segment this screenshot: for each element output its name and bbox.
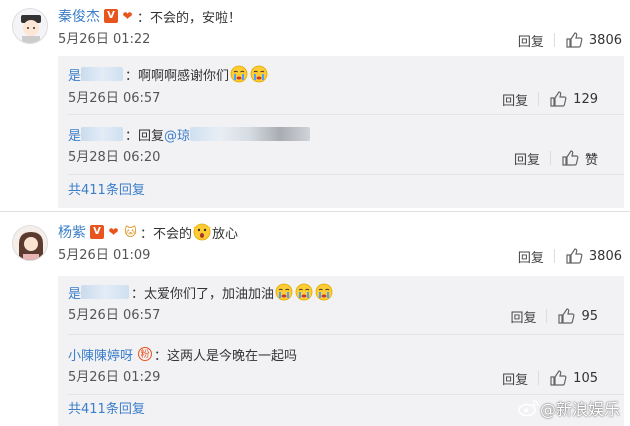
avatar[interactable]: [12, 225, 48, 261]
reply-text: 回复: [138, 128, 165, 144]
colon: ：: [125, 128, 139, 144]
verified-badge-icon: V: [90, 225, 104, 239]
colon: ：: [154, 348, 168, 364]
action-divider: [553, 33, 555, 47]
thumb-up-icon[interactable]: [549, 369, 567, 387]
action-divider: [549, 151, 551, 165]
reply-username[interactable]: 是: [68, 125, 81, 144]
thumb-up-icon[interactable]: [565, 31, 583, 49]
crying-emoji-icon: [275, 283, 293, 301]
blurred-username: [81, 127, 124, 141]
reply-time: 5月26日 06:57: [68, 308, 161, 323]
blurred-text: [190, 127, 311, 141]
thumb-up-icon[interactable]: [565, 247, 583, 265]
comment-line: 杨紫 V ❤ 🐱 ： 不会的 放心: [58, 222, 238, 242]
thread-divider: [0, 211, 630, 212]
watermark-text: @新浪娱乐: [539, 400, 620, 419]
comment-text: 不会的: [153, 226, 193, 242]
more-replies-link[interactable]: 共411条回复: [68, 400, 145, 420]
action-divider: [538, 371, 540, 385]
colon: ：: [125, 68, 139, 84]
reply-actions: 回复 105: [502, 367, 598, 389]
reply-button[interactable]: 回复: [510, 307, 536, 326]
reply-username[interactable]: 是: [68, 283, 81, 302]
action-divider: [546, 309, 548, 323]
avatar[interactable]: [12, 8, 48, 44]
fan-badge-icon: ❤: [122, 8, 133, 23]
action-divider: [553, 249, 555, 263]
reply-actions: 回复 129: [502, 88, 598, 110]
reply-divider: [68, 174, 624, 175]
like-count: 129: [573, 91, 598, 107]
reply-line: 是 ： 回复 @琼: [68, 124, 311, 144]
reply-time: 5月28日 06:20: [68, 150, 161, 165]
crying-emoji-icon: [230, 65, 248, 83]
comment-time: 5月26日 01:22: [58, 32, 151, 47]
reply-actions: 回复 赞: [514, 147, 598, 169]
reply-line: 是 ： 太爱你们了，加油加油: [68, 282, 334, 302]
reply-text: 啊啊啊感谢你们: [138, 68, 230, 84]
weibo-logo-icon: [518, 400, 539, 417]
crying-emoji-icon: [315, 283, 333, 301]
reply-button[interactable]: 回复: [514, 149, 540, 168]
reply-divider: [68, 334, 624, 335]
reply-text: 太爱你们了，加油加油: [144, 286, 275, 302]
reply-username[interactable]: 是: [68, 65, 81, 84]
mention-link[interactable]: @琼: [164, 125, 190, 144]
colon: ：: [140, 226, 154, 242]
reply-box: 是 ： 啊啊啊感谢你们 5月26日 06:57 回复 129 是 ： 回复 @琼…: [58, 56, 624, 208]
fan-badge-icon: 粉: [138, 347, 153, 361]
comment-text: 放心: [212, 226, 239, 242]
more-replies-link[interactable]: 共411条回复: [68, 181, 145, 201]
comment-username[interactable]: 秦俊杰: [58, 6, 100, 26]
comment-text: 不会的，安啦！: [150, 10, 242, 26]
verified-badge-icon: V: [104, 9, 118, 23]
reply-text: 这两人是今晚在一起吗: [167, 348, 298, 364]
like-count: 3806: [588, 32, 622, 48]
crying-emoji-icon: [250, 65, 268, 83]
reply-time: 5月26日 06:57: [68, 91, 161, 106]
comment-username[interactable]: 杨紫: [58, 222, 86, 242]
thumb-up-icon[interactable]: [557, 307, 575, 325]
reply-actions: 回复 95: [510, 305, 598, 327]
comment-line: 秦俊杰 V ❤ ： 不会的，安啦！: [58, 6, 241, 26]
comment-actions: 回复 3806: [518, 29, 622, 51]
shocked-emoji-icon: [193, 223, 211, 241]
reply-divider: [68, 114, 624, 115]
comment-time: 5月26日 01:09: [58, 248, 151, 263]
reply-line: 小陳陳婷呀 粉 ： 这两人是今晚在一起吗: [68, 344, 297, 364]
like-count: 95: [581, 308, 598, 324]
blurred-username: [81, 67, 124, 81]
comment-actions: 回复 3806: [518, 245, 622, 267]
fan-badge-icon: ❤: [108, 224, 119, 239]
colon: ：: [137, 10, 151, 26]
reply-divider: [68, 394, 624, 395]
reply-button[interactable]: 回复: [502, 369, 528, 388]
reply-button[interactable]: 回复: [502, 90, 528, 109]
blurred-username: [81, 285, 130, 299]
like-count: 赞: [584, 152, 598, 168]
reply-button[interactable]: 回复: [518, 31, 544, 50]
reply-button[interactable]: 回复: [518, 247, 544, 266]
like-count: 3806: [588, 248, 622, 264]
thumb-up-icon[interactable]: [561, 149, 579, 167]
like-count: 105: [573, 370, 598, 386]
watermark: @新浪娱乐: [518, 396, 620, 420]
reply-username[interactable]: 小陳陳婷呀: [68, 345, 133, 364]
colon: ：: [131, 286, 145, 302]
thumb-up-icon[interactable]: [549, 90, 567, 108]
action-divider: [538, 92, 540, 106]
cat-emoji-icon: 🐱: [124, 224, 137, 239]
reply-time: 5月26日 01:29: [68, 370, 161, 385]
reply-line: 是 ： 啊啊啊感谢你们: [68, 64, 269, 84]
crying-emoji-icon: [295, 283, 313, 301]
